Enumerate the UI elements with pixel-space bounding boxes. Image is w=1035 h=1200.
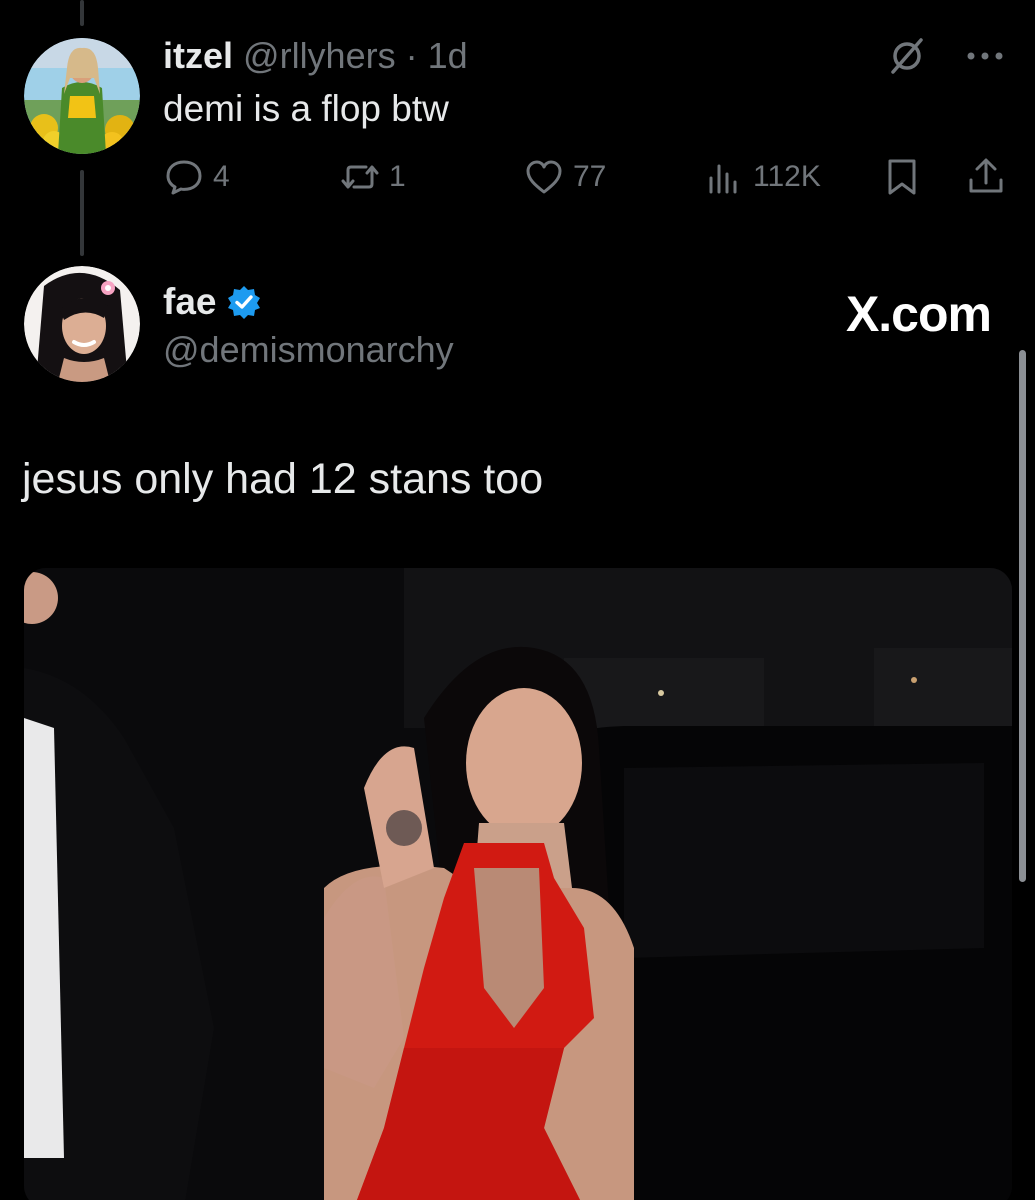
- reply-top-icons: [887, 36, 1007, 76]
- share-button[interactable]: [965, 156, 1007, 198]
- avatar-itzel[interactable]: [24, 38, 140, 154]
- tweet-author-row: fae: [163, 281, 262, 323]
- tweet-text: jesus only had 12 stans too: [22, 455, 544, 503]
- heart-icon: [526, 160, 562, 194]
- tweet-media-photo[interactable]: [24, 568, 1012, 1200]
- tweet-author-handle[interactable]: @demismonarchy: [163, 329, 454, 371]
- share-icon: [969, 158, 1003, 193]
- bookmark-icon: [888, 159, 916, 195]
- comment-icon: [166, 160, 202, 195]
- verified-badge-icon: [228, 286, 261, 319]
- thread-line-top: [80, 0, 84, 26]
- reply-header: itzel @rllyhers · 1d: [163, 34, 468, 78]
- repost-icon: [341, 165, 379, 189]
- more-icon[interactable]: [963, 36, 1007, 76]
- reply-timestamp[interactable]: · 1d: [406, 35, 468, 76]
- thread-line-bottom: [80, 170, 84, 256]
- scrollbar[interactable]: [1019, 350, 1026, 882]
- views-button[interactable]: 112K: [703, 156, 821, 198]
- screen: itzel @rllyhers · 1d demi is a flop btw …: [0, 0, 1035, 1200]
- x-com-watermark: X.com: [845, 286, 992, 342]
- reply-count: 4: [213, 160, 230, 193]
- avatar-fae[interactable]: [24, 266, 140, 382]
- analytics-icon: [709, 164, 737, 194]
- reply-text: demi is a flop btw: [163, 88, 449, 129]
- reply-button[interactable]: 4: [163, 156, 230, 198]
- reply-action-bar: 4 1 77 112K: [163, 156, 1011, 200]
- like-count: 77: [573, 160, 607, 193]
- repost-count: 1: [389, 160, 406, 193]
- reply-author-name[interactable]: itzel: [163, 35, 233, 76]
- repost-button[interactable]: 1: [339, 156, 406, 198]
- view-count: 112K: [753, 160, 821, 193]
- grok-icon[interactable]: [887, 36, 927, 76]
- like-button[interactable]: 77: [523, 156, 606, 198]
- tweet-author-name[interactable]: fae: [163, 281, 216, 323]
- bookmark-button[interactable]: [881, 156, 923, 198]
- reply-author-handle[interactable]: @rllyhers: [243, 35, 396, 76]
